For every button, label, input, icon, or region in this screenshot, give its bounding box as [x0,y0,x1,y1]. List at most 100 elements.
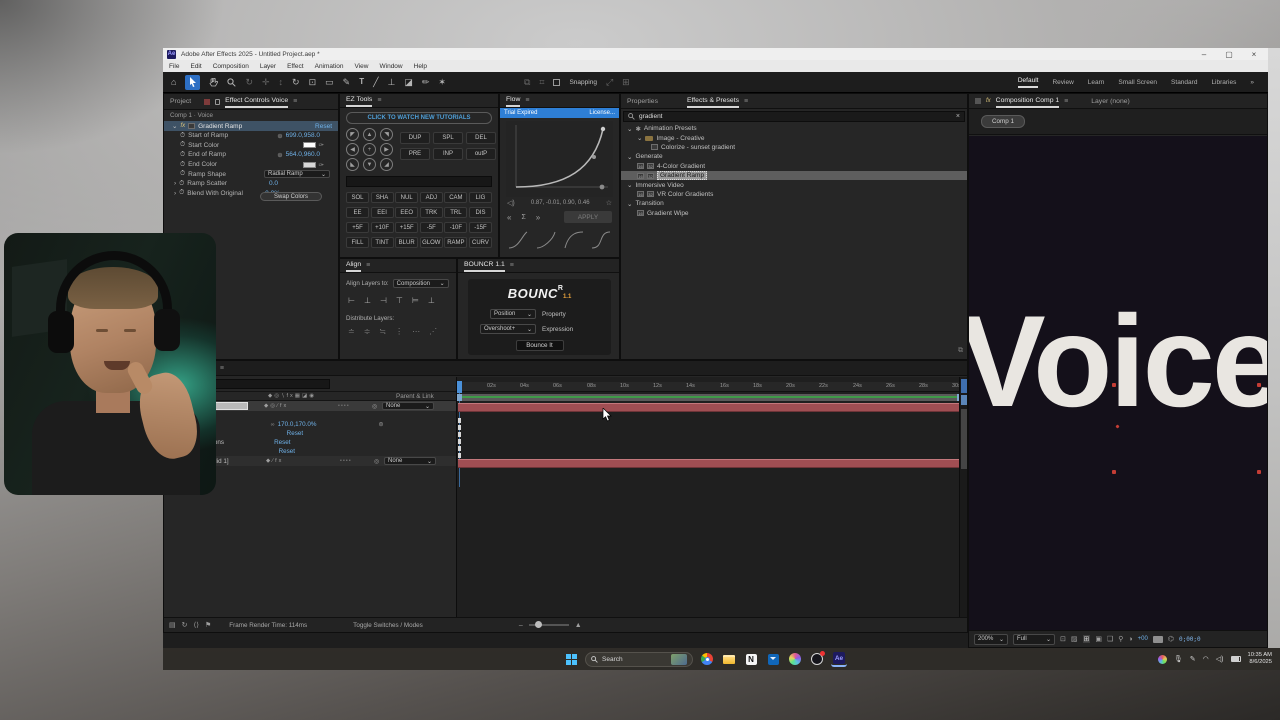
scale-value[interactable]: 170.0,170.0% [278,421,317,428]
reset-link[interactable]: Reset [274,439,290,446]
ez-grid-button[interactable]: +10F [371,222,394,233]
outp-button[interactable]: outP [466,148,496,160]
zoom-slider-knob[interactable] [535,621,542,628]
timeline-zoom-slider[interactable] [529,624,569,626]
ez-grid-button[interactable]: SHA [371,192,394,203]
ez-grid-button[interactable]: TRK [420,207,443,218]
menu-window[interactable]: Window [380,63,403,70]
ez-grid-button[interactable]: CAM [444,192,467,203]
show-snapshot-icon[interactable]: ⌬ [1168,635,1174,643]
parent-pickwhip-icon[interactable]: ◎ [372,403,382,410]
type-tool-icon[interactable]: T [359,78,364,86]
shape-tool-icon[interactable]: ▭ [325,78,334,87]
distribute-right-icon[interactable]: ⋰ [429,327,437,336]
menu-view[interactable]: View [355,63,369,70]
pen-tool-icon[interactable]: ✎ [343,78,351,87]
zoom-level-dropdown[interactable]: 200%⌄ [974,634,1008,645]
selection-tool-icon[interactable] [185,75,200,90]
apply-button[interactable]: APPLY [564,211,612,223]
tree-effect[interactable]: 1632VR Color Gradients [621,190,967,199]
roto-brush-tool-icon[interactable]: ✏ [422,78,430,87]
tab-effect-controls[interactable]: Effect Controls Voice [225,95,288,108]
transparency-grid-icon[interactable]: ▨ [1071,635,1078,643]
snapping-checkbox[interactable] [553,79,560,86]
lock-icon[interactable] [215,99,220,105]
grid-guides-icon[interactable]: ⊞ [1083,635,1091,643]
anchor-bottom-left-icon[interactable]: ◣ [346,158,359,171]
selection-handle[interactable] [1112,383,1116,387]
keyframe-marker[interactable] [458,418,461,423]
menu-edit[interactable]: Edit [190,63,201,70]
stopwatch-icon[interactable]: ⏱ [179,189,184,197]
tree-group[interactable]: ⌄Generate [621,152,967,161]
ez-grid-button[interactable]: ADJ [420,192,443,203]
layer2-parent-dropdown[interactable]: None⌄ [384,457,436,465]
minimize-button[interactable]: – [1194,50,1214,59]
layer1-parent-dropdown[interactable]: None⌄ [382,402,434,410]
spl-button[interactable]: SPL [433,132,463,144]
anchor-right-icon[interactable]: ▶ [380,143,393,156]
ez-grid-button[interactable]: CURV [469,237,492,248]
workspace-review[interactable]: Review [1052,79,1073,86]
ez-grid-button[interactable]: TRL [444,207,467,218]
comp-chip[interactable]: Comp 1 [981,115,1025,128]
chrome-icon[interactable] [699,651,715,667]
file-explorer-icon[interactable] [721,651,737,667]
constrain-link-icon[interactable]: ∞ [271,422,275,428]
property-value[interactable]: 699.0,958.0 [286,132,338,139]
snapshot-camera-icon[interactable] [1153,636,1163,643]
track-matte-boxes[interactable]: ▪▪▪▪ [340,458,374,464]
panel-menu-icon[interactable]: ≡ [525,97,529,104]
ez-grid-button[interactable]: -10F [444,222,467,233]
align-bottom-icon[interactable]: ⊥ [428,296,435,305]
clear-search-icon[interactable]: × [956,113,960,120]
microphone-tray-icon[interactable]: 🎙︎ [1174,655,1183,663]
menu-effect[interactable]: Effect [287,63,304,70]
pen-tray-icon[interactable]: ✎ [1190,655,1196,663]
reset-link[interactable]: Reset [279,448,295,455]
zoom-tool-icon[interactable] [227,78,236,87]
work-area-bar[interactable] [457,394,962,401]
start-color-swatch[interactable] [303,142,316,148]
scrollbar-marker[interactable] [961,395,967,405]
brackets-icon[interactable]: ⟨⟩ [194,621,199,629]
render-queue-icon[interactable]: ▤ [169,621,176,629]
volume-tray-icon[interactable]: ◁) [1216,655,1224,663]
exposure-value[interactable]: +00 [1138,636,1148,642]
reset-link[interactable]: Reset [287,430,303,437]
workspace-small-screen[interactable]: Small Screen [1118,79,1157,86]
magnify-icon[interactable]: ⚲ [1118,635,1123,643]
tutorials-button[interactable]: CLICK TO WATCH NEW TUTORIALS [346,112,492,124]
anchor-top-icon[interactable]: ▲ [363,128,376,141]
tree-preset[interactable]: Colorize - sunset gradient [621,143,967,152]
end-color-swatch[interactable] [303,162,316,168]
bounce-property-dropdown[interactable]: Position⌄ [490,309,536,319]
photos-app-icon[interactable] [787,651,803,667]
parent-pickwhip-icon[interactable]: ◎ [374,458,384,465]
tab-effects-presets[interactable]: Effects & Presets [687,95,739,108]
taskbar-clock[interactable]: 10:35 AM 8/6/2025 [1248,652,1273,666]
trial-banner[interactable]: Trial Expired License... [500,108,619,118]
menu-composition[interactable]: Composition [213,63,249,70]
layer-switches[interactable]: ◆∕fx [266,458,340,464]
bounce-it-button[interactable]: Bounce It [516,340,564,351]
ez-grid-button[interactable]: -15F [469,222,492,233]
panel-grip-icon[interactable]: ⧉ [958,347,963,355]
workspace-default[interactable]: Default [1018,77,1039,88]
tree-effect[interactable]: 16324-Color Gradient [621,162,967,171]
workspace-standard[interactable]: Standard [1171,79,1197,86]
panel-menu-icon[interactable]: ≡ [293,98,297,105]
keyframe-marker[interactable] [458,432,461,437]
track-matte-boxes[interactable]: ▪▪▪▪ [338,403,372,409]
align-left-icon[interactable]: ⊢ [348,296,355,305]
distribute-bottom-icon[interactable]: ≒ [379,327,386,336]
puppet-pin-tool-icon[interactable]: ✶ [438,78,446,87]
stopwatch-icon[interactable]: ⏱ [180,141,185,149]
scrollbar-thumb[interactable] [961,409,967,469]
zoom-in-mountain-icon[interactable]: ▲ [575,622,582,629]
align-top-icon[interactable]: ⊤ [396,296,403,305]
bounce-expression-dropdown[interactable]: Overshoot+⌄ [480,324,536,334]
tree-group[interactable]: ⌄✱Animation Presets [621,124,967,133]
ez-grid-button[interactable]: GLOW [420,237,443,248]
expand-icon[interactable]: ⤢ [606,78,613,87]
